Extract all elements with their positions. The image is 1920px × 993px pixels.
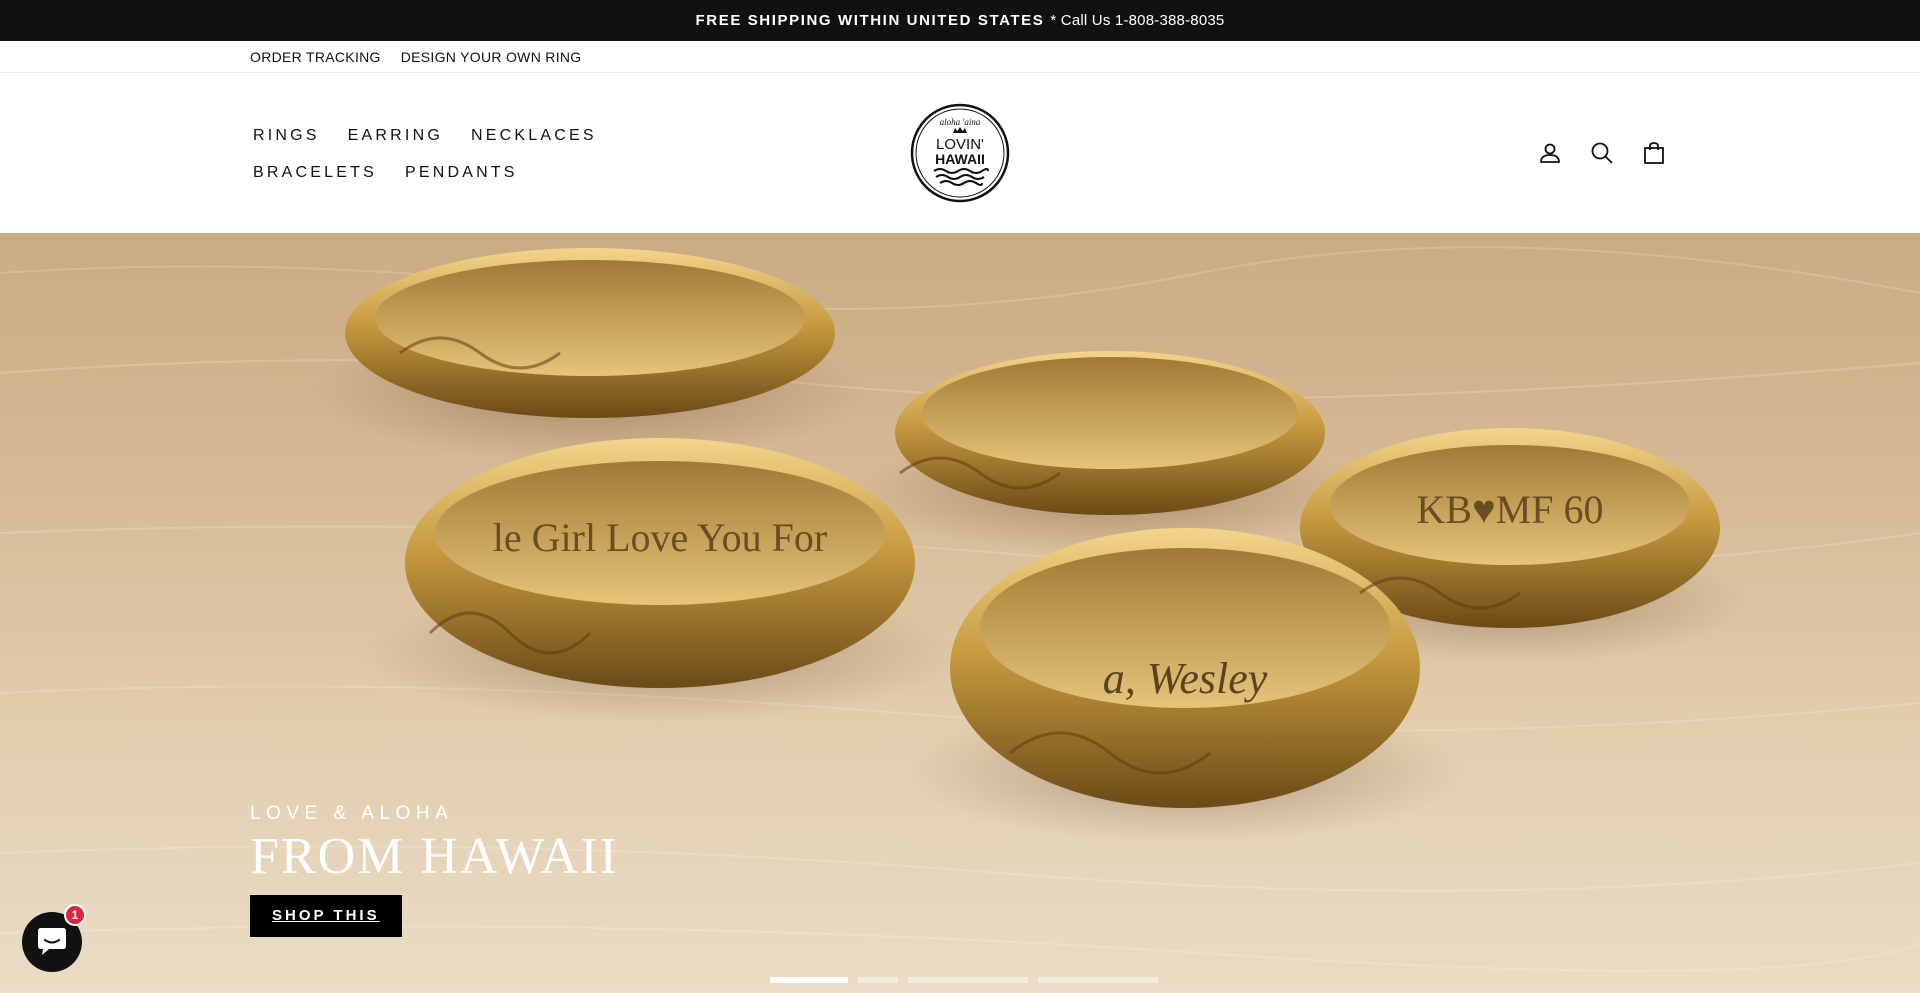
engraving-text: KB♥MF 60: [1416, 487, 1603, 532]
logo-line2: HAWAII: [935, 151, 985, 167]
announcement-bar: FREE SHIPPING WITHIN UNITED STATES * Cal…: [0, 0, 1920, 41]
hero-slideshow[interactable]: le Girl Love You For KB♥MF 60 a, Wesley …: [0, 233, 1920, 993]
slide-dot-3[interactable]: [908, 977, 1028, 983]
header-icons: [1536, 139, 1668, 167]
account-icon[interactable]: [1536, 139, 1564, 167]
announcement-phone-text[interactable]: * Call Us 1-808-388-8035: [1050, 12, 1224, 29]
nav-item-pendants[interactable]: PENDANTS: [402, 154, 521, 191]
design-your-own-ring-link[interactable]: DESIGN YOUR OWN RING: [401, 49, 582, 65]
main-nav: RINGS EARRING NECKLACES BRACELETS PENDAN…: [250, 117, 770, 191]
search-icon[interactable]: [1588, 139, 1616, 167]
hero-caption: LOVE & ALOHA FROM HAWAII SHOP THIS: [250, 803, 619, 937]
logo-emblem: aloha 'aina LOVIN' HAWAII: [910, 103, 1010, 203]
order-tracking-link[interactable]: ORDER TRACKING: [250, 49, 381, 65]
announcement-shipping-text: FREE SHIPPING WITHIN UNITED STATES: [695, 12, 1045, 29]
logo-top-text: aloha 'aina: [940, 117, 981, 127]
site-header: RINGS EARRING NECKLACES BRACELETS PENDAN…: [0, 73, 1920, 233]
hero-headline: FROM HAWAII: [250, 828, 619, 885]
utility-bar: ORDER TRACKING DESIGN YOUR OWN RING: [0, 41, 1920, 73]
slide-dot-2[interactable]: [858, 977, 898, 983]
slide-pagination: [770, 977, 1158, 983]
cart-bag-icon[interactable]: [1640, 139, 1668, 167]
nav-item-necklaces[interactable]: NECKLACES: [468, 117, 600, 154]
slide-dot-1[interactable]: [770, 977, 848, 983]
site-logo[interactable]: aloha 'aina LOVIN' HAWAII: [910, 103, 1010, 203]
nav-item-earring[interactable]: EARRING: [345, 117, 446, 154]
shop-this-button[interactable]: SHOP THIS: [250, 895, 402, 937]
engraving-text: a, Wesley: [1103, 654, 1268, 703]
slide-dot-4[interactable]: [1038, 977, 1158, 983]
chat-bubble-icon: [38, 928, 66, 955]
chat-badge-count: 1: [64, 904, 86, 926]
engraving-text: le Girl Love You For: [493, 515, 827, 560]
nav-item-rings[interactable]: RINGS: [250, 117, 323, 154]
hero-eyebrow: LOVE & ALOHA: [250, 803, 454, 824]
nav-item-bracelets[interactable]: BRACELETS: [250, 154, 380, 191]
